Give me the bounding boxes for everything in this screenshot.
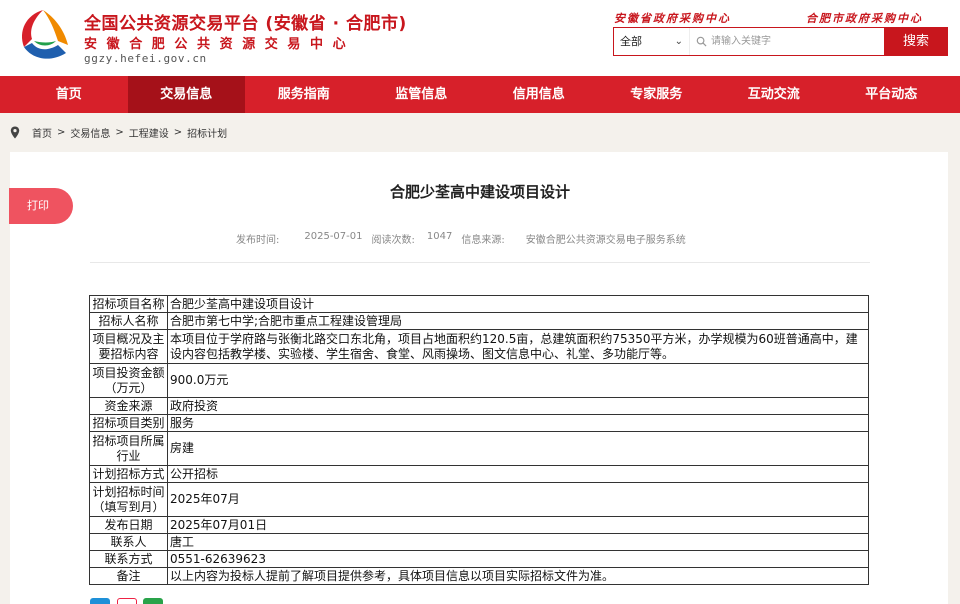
table-row: 计划招标方式 公开招标 bbox=[89, 465, 869, 483]
table-row: 发布日期 2025年07月01日 bbox=[89, 516, 869, 534]
table-value: 900.0万元 bbox=[167, 363, 869, 398]
nav-supervision[interactable]: 监管信息 bbox=[363, 76, 481, 113]
link-province-procurement[interactable]: 安徽省政府采购中心 bbox=[614, 10, 731, 26]
table-value: 唐工 bbox=[167, 533, 869, 551]
table-value: 政府投资 bbox=[167, 397, 869, 415]
search-bar: 全部 ⌄ 搜索 bbox=[613, 27, 948, 56]
table-value: 公开招标 bbox=[167, 465, 869, 483]
meta-views-value: 1047 bbox=[426, 231, 453, 242]
meta-time-value: 2025-07-01 bbox=[304, 231, 363, 242]
article-meta: 发布时间: 2025-07-01 阅读次数: 1047 信息来源: 安徽合肥公共… bbox=[236, 231, 686, 246]
search-input[interactable] bbox=[711, 32, 881, 51]
table-key: 项目投资金额（万元） bbox=[89, 363, 168, 398]
table-key: 项目概况及主要招标内容 bbox=[89, 329, 168, 364]
nav-interaction[interactable]: 互动交流 bbox=[715, 76, 833, 113]
meta-views-label: 阅读次数: bbox=[371, 235, 415, 246]
breadcrumb-separator: > bbox=[115, 126, 124, 138]
link-city-procurement[interactable]: 合肥市政府采购中心 bbox=[806, 10, 923, 26]
table-value: 合肥市第七中学;合肥市重点工程建设管理局 bbox=[167, 312, 869, 330]
chevron-down-icon: ⌄ bbox=[674, 36, 683, 47]
table-value: 0551-62639623 bbox=[167, 550, 869, 568]
share-weibo-icon[interactable] bbox=[90, 598, 110, 604]
breadcrumb-bid-plan: 招标计划 bbox=[187, 128, 228, 140]
nav-platform-news[interactable]: 平台动态 bbox=[833, 76, 951, 113]
share-wechat-icon[interactable] bbox=[143, 598, 163, 604]
table-key: 招标项目名称 bbox=[89, 295, 168, 313]
table-value: 服务 bbox=[167, 414, 869, 432]
table-row: 项目投资金额（万元） 900.0万元 bbox=[89, 363, 869, 398]
table-value: 以上内容为投标人提前了解项目提供参考，具体项目信息以项目实际招标文件为准。 bbox=[167, 567, 869, 585]
site-subtitle: 安徽合肥公共资源交易中心 bbox=[84, 37, 356, 52]
table-row: 招标项目类别 服务 bbox=[89, 414, 869, 432]
table-row: 招标项目所属行业 房建 bbox=[89, 431, 869, 466]
share-qzone-icon[interactable] bbox=[117, 598, 137, 604]
table-key: 资金来源 bbox=[89, 397, 168, 415]
table-key: 计划招标方式 bbox=[89, 465, 168, 483]
nav-expert[interactable]: 专家服务 bbox=[598, 76, 716, 113]
breadcrumb-engineering[interactable]: 工程建设 bbox=[129, 125, 169, 140]
table-row: 联系方式 0551-62639623 bbox=[89, 550, 869, 568]
table-value: 本项目位于学府路与张衡北路交口东北角，项目占地面积约120.5亩，总建筑面积约7… bbox=[167, 329, 869, 364]
breadcrumb-home[interactable]: 首页 bbox=[32, 125, 52, 140]
site-logo-icon[interactable] bbox=[14, 7, 72, 65]
search-category-value: 全部 bbox=[620, 35, 642, 48]
table-key: 联系方式 bbox=[89, 550, 168, 568]
table-row: 备注 以上内容为投标人提前了解项目提供参考，具体项目信息以项目实际招标文件为准。 bbox=[89, 567, 869, 585]
breadcrumb: 首页 > 交易信息 > 工程建设 > 招标计划 bbox=[10, 124, 227, 140]
table-key: 招标项目类别 bbox=[89, 414, 168, 432]
table-key: 招标项目所属行业 bbox=[89, 431, 168, 466]
location-pin-icon bbox=[10, 126, 20, 138]
breadcrumb-separator: > bbox=[173, 126, 183, 138]
table-row: 联系人 唐工 bbox=[89, 533, 869, 551]
breadcrumb-trade-info[interactable]: 交易信息 bbox=[70, 125, 110, 140]
main-nav: 首页 交易信息 服务指南 监管信息 信用信息 专家服务 互动交流 平台动态 bbox=[0, 76, 960, 113]
breadcrumb-separator: > bbox=[57, 126, 66, 138]
table-key: 发布日期 bbox=[89, 516, 168, 534]
article-title: 合肥少荃高中建设项目设计 bbox=[389, 183, 570, 201]
search-button[interactable]: 搜索 bbox=[884, 27, 948, 56]
nav-service-guide[interactable]: 服务指南 bbox=[245, 76, 363, 113]
table-value: 合肥少荃高中建设项目设计 bbox=[167, 295, 869, 313]
meta-source-label: 信息来源: bbox=[461, 235, 505, 246]
table-value: 2025年07月 bbox=[167, 482, 869, 517]
table-row: 招标人名称 合肥市第七中学;合肥市重点工程建设管理局 bbox=[89, 312, 869, 330]
table-row: 项目概况及主要招标内容 本项目位于学府路与张衡北路交口东北角，项目占地面积约12… bbox=[89, 329, 869, 364]
table-key: 招标人名称 bbox=[89, 312, 168, 330]
nav-home[interactable]: 首页 bbox=[10, 76, 128, 113]
meta-source-value: 安徽合肥公共资源交易电子服务系统 bbox=[525, 235, 686, 246]
nav-trade-info[interactable]: 交易信息 bbox=[127, 76, 245, 113]
site-url: ggzy.hefei.gov.cn bbox=[84, 52, 207, 65]
table-key: 备注 bbox=[89, 567, 168, 585]
table-row: 招标项目名称 合肥少荃高中建设项目设计 bbox=[89, 295, 869, 313]
site-header: 全国公共资源交易平台 (安徽省 · 合肥市) 安徽合肥公共资源交易中心 ggzy… bbox=[0, 0, 960, 76]
table-key: 计划招标时间（填写到月） bbox=[89, 482, 168, 517]
meta-divider bbox=[90, 262, 870, 263]
table-key: 联系人 bbox=[89, 533, 168, 551]
table-row: 计划招标时间（填写到月） 2025年07月 bbox=[89, 482, 869, 517]
table-value: 房建 bbox=[167, 431, 869, 466]
table-row: 资金来源 政府投资 bbox=[89, 397, 869, 415]
nav-credit[interactable]: 信用信息 bbox=[480, 76, 598, 113]
table-value: 2025年07月01日 bbox=[167, 516, 869, 534]
meta-time-label: 发布时间: bbox=[236, 235, 280, 246]
site-title: 全国公共资源交易平台 (安徽省 · 合肥市) bbox=[84, 14, 407, 34]
search-category-select[interactable]: 全部 ⌄ bbox=[614, 28, 690, 55]
project-info-table: 招标项目名称 合肥少荃高中建设项目设计 招标人名称 合肥市第七中学;合肥市重点工… bbox=[89, 295, 869, 585]
search-icon bbox=[696, 36, 707, 47]
